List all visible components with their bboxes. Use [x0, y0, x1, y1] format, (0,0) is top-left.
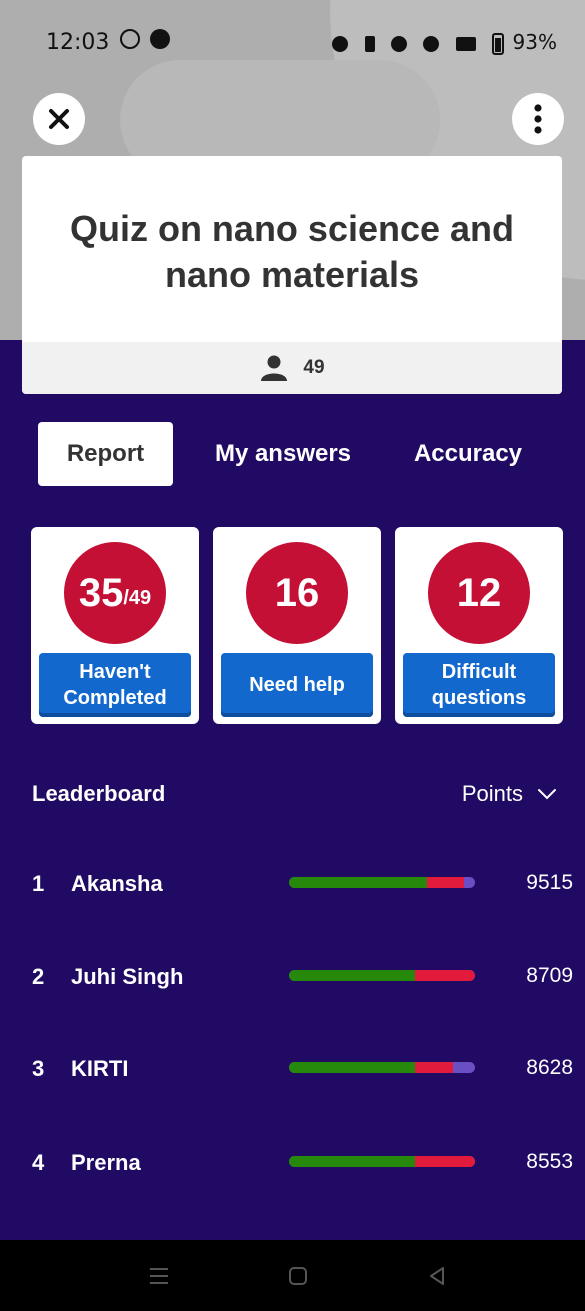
leaderboard-row[interactable]: 2 Juhi Singh 8709	[0, 964, 585, 1004]
home-icon[interactable]	[286, 1264, 310, 1288]
bluetooth-icon	[364, 35, 375, 52]
chevron-down-icon	[538, 789, 556, 800]
status-time: 12:03	[46, 30, 110, 55]
leaderboard-row[interactable]: 4 Prerna 8553	[0, 1150, 585, 1190]
need-help-card[interactable]: 16 Need help	[213, 527, 381, 724]
incorrect-segment	[415, 1062, 453, 1073]
need-help-button[interactable]: Need help	[221, 653, 373, 717]
player-name: KIRTI	[71, 1056, 129, 1081]
quiz-title-card: Quiz on nano science and nano materials …	[22, 156, 562, 394]
accuracy-bar	[289, 1156, 475, 1167]
back-icon[interactable]	[425, 1264, 449, 1288]
difficult-questions-value: 12	[456, 570, 502, 615]
need-help-value: 16	[274, 570, 320, 615]
person-icon	[261, 355, 288, 381]
correct-segment	[289, 1156, 416, 1167]
not-completed-button[interactable]: Haven't Completed	[39, 653, 191, 717]
sort-label: Points	[461, 781, 523, 806]
not-completed-total: /49	[123, 586, 152, 609]
player-name: Juhi Singh	[71, 964, 184, 989]
call-icon	[423, 35, 440, 52]
correct-segment	[289, 1062, 416, 1073]
correct-segment	[289, 970, 416, 981]
difficult-questions-button[interactable]: Difficult questions	[403, 653, 555, 717]
leaderboard-row[interactable]: 1 Akansha 9515	[0, 871, 585, 911]
difficult-questions-count: 12	[428, 542, 530, 644]
sort-dropdown[interactable]: Points	[462, 781, 557, 807]
player-score: 8709	[526, 964, 573, 987]
player-rank: 3	[32, 1056, 45, 1081]
player-count-value: 49	[303, 357, 325, 378]
whatsapp-icon	[120, 29, 140, 49]
not-completed-value: 35	[78, 570, 124, 615]
not-completed-card[interactable]: 35/49 Haven't Completed	[31, 527, 199, 724]
accuracy-bar	[289, 877, 475, 888]
tab-my-answers[interactable]: My answers	[198, 422, 368, 486]
accuracy-bar	[289, 1062, 475, 1073]
player-rank: 4	[32, 1150, 45, 1175]
wifi-icon	[391, 35, 408, 52]
player-rank: 1	[32, 871, 45, 896]
tab-report[interactable]: Report	[38, 422, 173, 486]
battery-icon	[492, 32, 505, 55]
player-rank: 2	[32, 964, 45, 989]
more-vertical-icon	[534, 104, 542, 134]
accuracy-bar	[289, 970, 475, 981]
leaderboard-title: Leaderboard	[32, 781, 166, 806]
signal-icon	[455, 36, 476, 51]
status-right: 93%	[332, 30, 557, 55]
difficult-questions-card[interactable]: 12 Difficult questions	[395, 527, 563, 724]
incorrect-segment	[426, 877, 464, 888]
incorrect-segment	[415, 970, 475, 981]
player-score: 8553	[526, 1150, 573, 1173]
recent-apps-icon[interactable]	[147, 1264, 171, 1288]
report-tabs: Report My answers Accuracy	[38, 422, 558, 488]
need-help-count: 16	[246, 542, 348, 644]
player-score: 9515	[526, 871, 573, 894]
close-icon	[49, 109, 69, 129]
player-score: 8628	[526, 1056, 573, 1079]
close-button[interactable]	[33, 93, 85, 145]
system-nav-bar	[0, 1240, 585, 1311]
leaderboard-row[interactable]: 3 KIRTI 8628	[0, 1056, 585, 1096]
more-options-button[interactable]	[512, 93, 564, 145]
messenger-icon	[150, 29, 171, 49]
battery-level: 93%	[512, 30, 557, 54]
not-completed-count: 35/49	[64, 542, 166, 644]
tab-accuracy[interactable]: Accuracy	[398, 422, 538, 486]
incorrect-segment	[415, 1156, 475, 1167]
notification-icons	[120, 29, 176, 49]
correct-segment	[289, 877, 427, 888]
alarm-icon	[332, 35, 349, 52]
player-count: 49	[22, 342, 562, 394]
quiz-title: Quiz on nano science and nano materials	[69, 208, 515, 295]
player-name: Akansha	[71, 871, 163, 896]
player-name: Prerna	[71, 1150, 141, 1175]
leaderboard-header: Leaderboard Points	[32, 781, 557, 811]
status-bar: 12:03 93%	[0, 0, 585, 80]
